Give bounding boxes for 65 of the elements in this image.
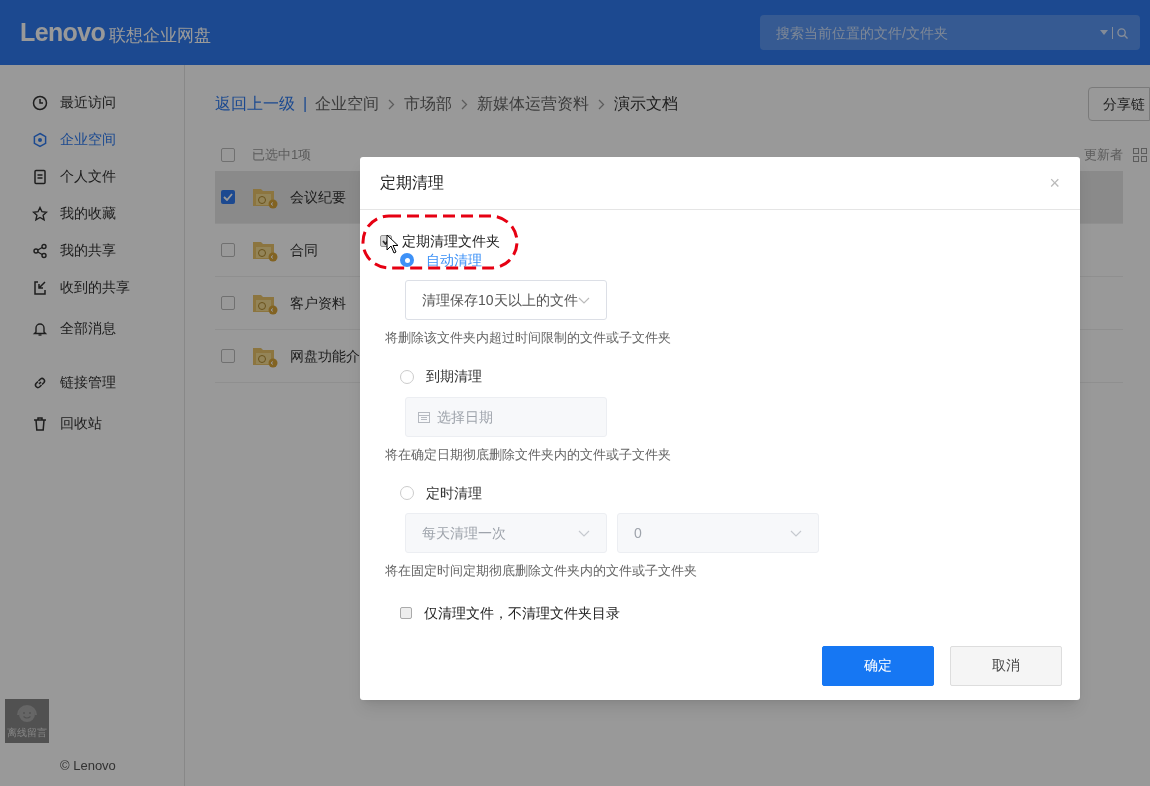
breadcrumb-item[interactable]: 市场部 — [404, 92, 453, 116]
file-name[interactable]: 客户资料 — [290, 292, 346, 314]
logo: Lenovo — [20, 16, 106, 48]
confirm-button[interactable]: 确定 — [822, 645, 934, 686]
chevron-icon — [598, 98, 606, 110]
share-link-button[interactable]: 分享链 — [1088, 87, 1150, 121]
grid-view-icon — [1133, 148, 1147, 162]
dialog-title: 定期清理 — [380, 173, 444, 193]
sidebar-item[interactable]: 最近访问 — [0, 84, 184, 121]
chevron-down-icon — [578, 296, 590, 304]
chevron-down-icon — [790, 529, 802, 537]
cursor-icon — [386, 234, 399, 254]
share-icon — [32, 242, 48, 259]
sidebar-item[interactable]: 收到的共享 — [0, 269, 184, 306]
selection-count: 已选中1项 — [252, 146, 312, 165]
hint-text: 将在确定日期彻底删除文件夹内的文件或子文件夹 — [385, 445, 672, 464]
sidebar-item[interactable]: 企业空间 — [0, 121, 184, 158]
product-name: 联想企业网盘 — [109, 24, 212, 47]
chevron-down-icon — [578, 529, 590, 537]
sidebar-item[interactable]: 个人文件 — [0, 158, 184, 195]
file-name[interactable]: 网盘功能介 — [290, 345, 360, 367]
sidebar-item[interactable]: 全部消息 — [0, 310, 184, 347]
star-icon — [32, 205, 48, 222]
hexagon-icon — [32, 131, 48, 148]
sidebar-item[interactable]: 我的共享 — [0, 232, 184, 269]
chevron-icon — [461, 98, 469, 110]
sidebar-item[interactable]: 我的收藏 — [0, 195, 184, 232]
breadcrumb-item[interactable]: 新媒体运营资料 — [477, 92, 590, 116]
copyright: © Lenovo — [60, 757, 116, 775]
checkbox[interactable] — [400, 607, 412, 619]
breadcrumb-item[interactable]: 企业空间 — [315, 92, 380, 116]
radio-label[interactable]: 自动清理 — [426, 249, 482, 271]
sidebar-item[interactable]: 回收站 — [0, 405, 184, 442]
checkbox[interactable] — [221, 349, 235, 363]
radio-button[interactable] — [400, 253, 414, 267]
checkbox-label[interactable]: 定期清理文件夹 — [402, 230, 500, 252]
search-icon — [1117, 27, 1128, 39]
inbox-icon — [32, 279, 48, 296]
checkbox-label[interactable]: 仅清理文件，不清理文件夹目录 — [424, 602, 620, 624]
back-link[interactable]: 返回上一级 — [215, 92, 295, 116]
radio-label[interactable]: 定时清理 — [426, 482, 482, 504]
hint-text: 将删除该文件夹内超过时间限制的文件或子文件夹 — [385, 329, 672, 347]
breadcrumb-item: 演示文档 — [614, 94, 679, 114]
radio-label[interactable]: 到期清理 — [426, 366, 482, 387]
checkbox[interactable] — [221, 296, 235, 310]
trash-icon — [32, 415, 48, 432]
cancel-button[interactable]: 取消 — [950, 645, 1062, 686]
chevron-icon — [388, 98, 396, 110]
caret-icon — [1100, 30, 1108, 36]
document-icon — [32, 168, 48, 185]
clock-icon — [32, 94, 48, 111]
radio-button[interactable] — [400, 369, 414, 384]
file-name[interactable]: 合同 — [290, 239, 318, 261]
bell-icon — [32, 320, 48, 337]
checkbox[interactable] — [221, 243, 235, 257]
dropdown[interactable]: 清理保存10天以上的文件 — [405, 280, 607, 320]
checkbox[interactable] — [221, 190, 235, 204]
checkbox[interactable] — [221, 148, 235, 162]
separator: | — [303, 94, 308, 114]
calendar-icon — [418, 410, 430, 423]
radio-button[interactable] — [400, 486, 414, 500]
file-name[interactable]: 会议纪要 — [290, 186, 346, 208]
hint-text: 将在固定时间定期彻底删除文件夹内的文件或子文件夹 — [385, 562, 698, 580]
search-field[interactable]: 搜索当前位置的文件/文件夹 — [760, 15, 1140, 50]
sidebar-item[interactable]: 链接管理 — [0, 364, 184, 401]
